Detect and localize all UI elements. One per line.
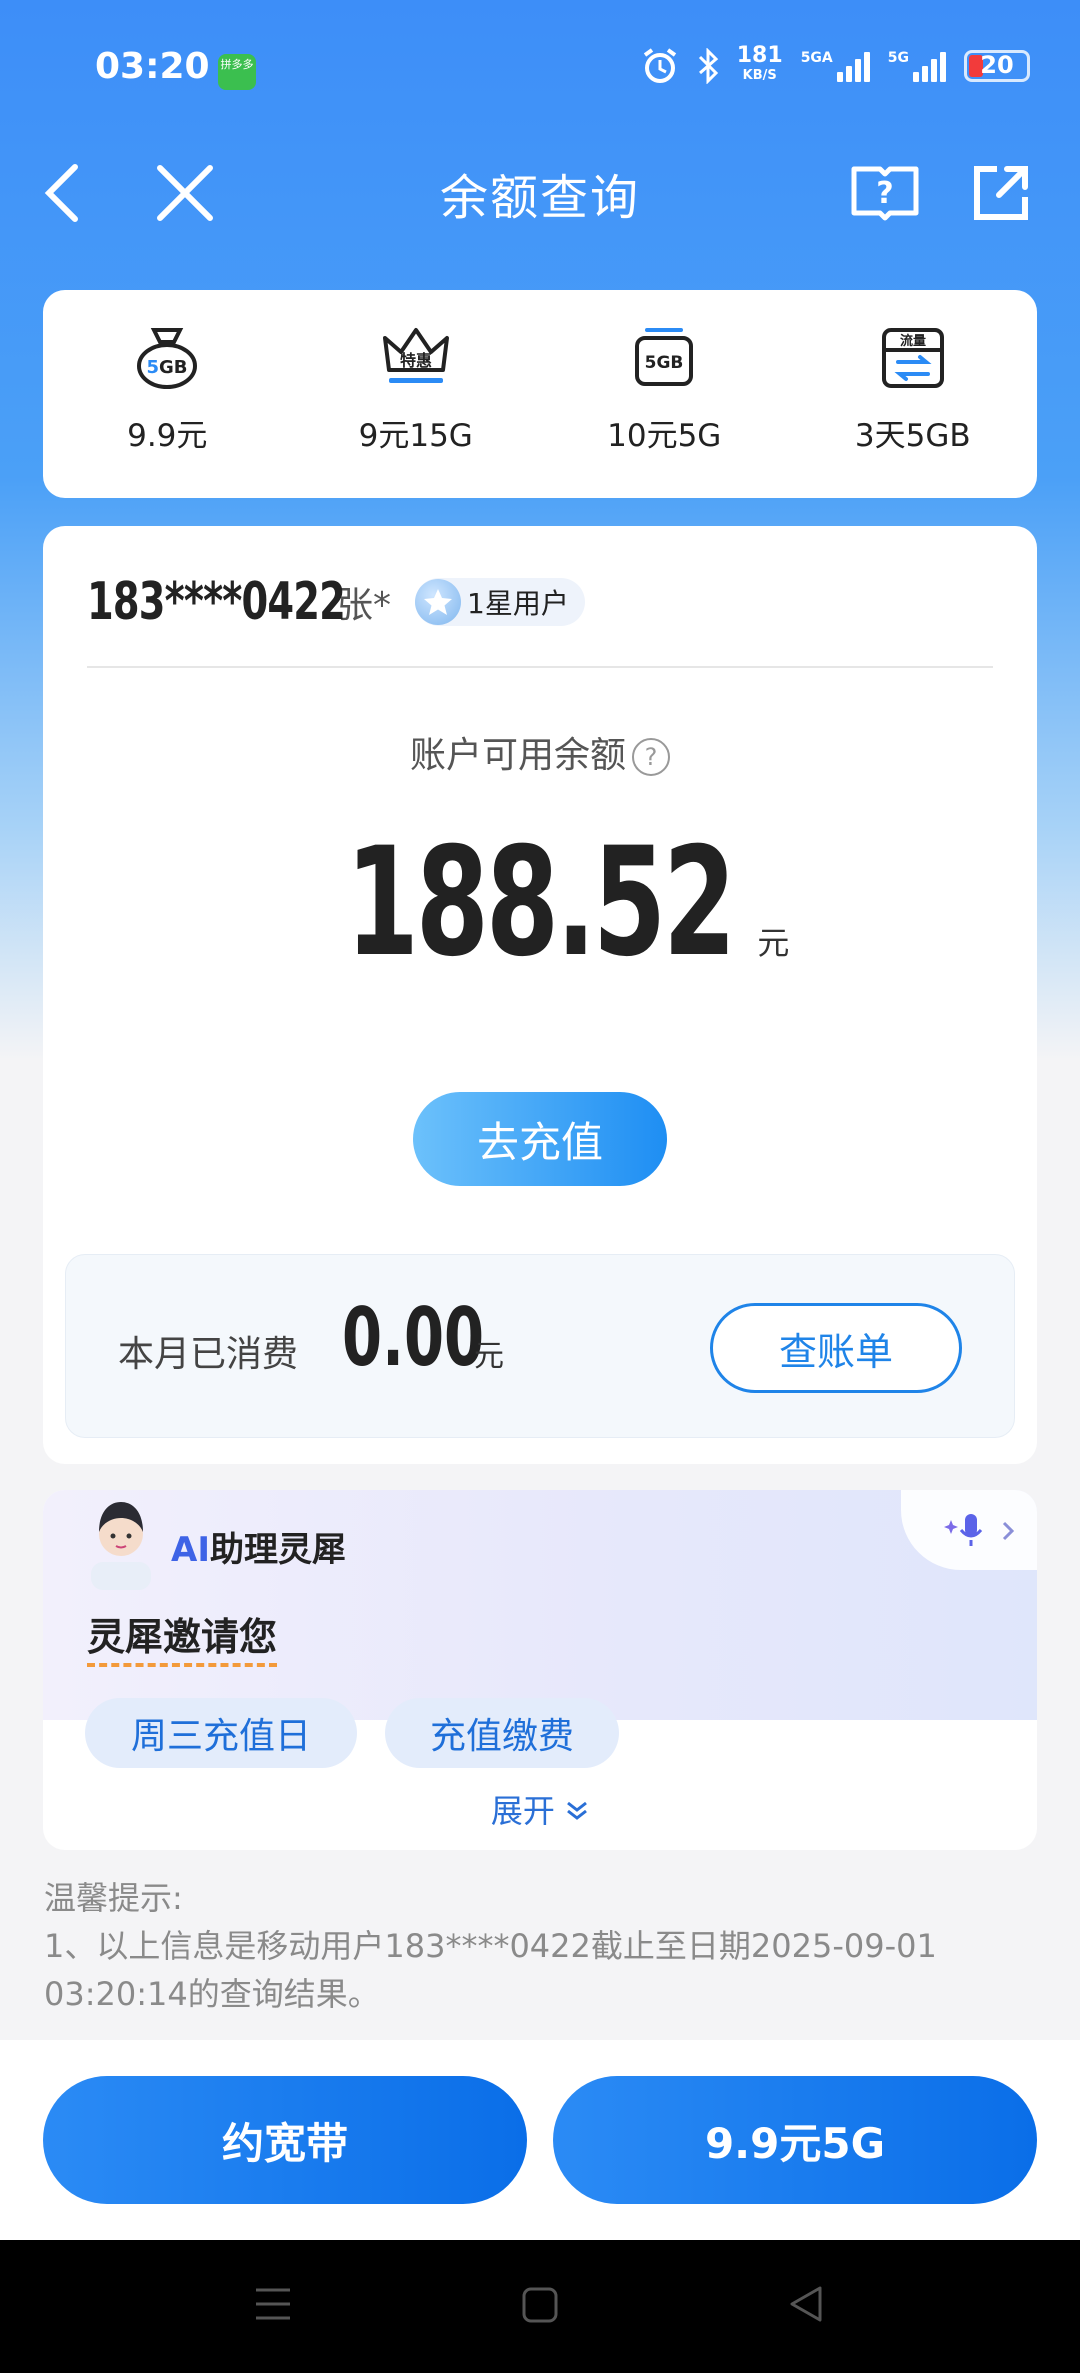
offer-5g-button[interactable]: 9.9元5G <box>553 2076 1037 2204</box>
offer-item-10-5g[interactable]: 5GB 10元5G <box>540 290 789 498</box>
balance-unit: 元 <box>757 924 790 962</box>
ai-invite-title: 灵犀邀请您 <box>87 1606 278 1667</box>
phone-number: 183****0422 <box>87 572 346 632</box>
svg-text:流量: 流量 <box>900 333 926 349</box>
star-icon <box>415 579 462 625</box>
pinduoduo-icon: 拼多多 <box>218 54 256 90</box>
offer-label: 3天5GB <box>854 418 971 454</box>
tips-line-1: 1、以上信息是移动用户183****0422截止至日期2025-09-01 03… <box>44 1927 937 2013</box>
double-chevron-down-icon <box>567 1801 588 1820</box>
offer-item-9-9[interactable]: 5GB 9.9元 <box>43 290 292 498</box>
balance-card: 183****0422 张* 1星用户 账户可用余额? 188.52 元 去充值 … <box>43 526 1037 1464</box>
balance-value: 188.52 <box>345 816 736 990</box>
status-bar: 03:20 拼多多 181 KB/S 5GA 5G 20 <box>0 0 1080 140</box>
spent-unit: 元 <box>474 1339 504 1374</box>
chevron-right-icon[interactable] <box>1001 1520 1015 1542</box>
offer-item-9-15g[interactable]: 特惠 9元15G <box>292 290 541 498</box>
expand-button[interactable]: 展开 <box>43 1786 1037 1832</box>
svg-text:?: ? <box>876 176 893 211</box>
back-triangle-icon[interactable] <box>788 2284 824 2324</box>
offer-label: 10元5G <box>607 418 722 454</box>
available-balance-label: 账户可用余额? <box>43 726 1037 778</box>
chip-recharge-pay[interactable]: 充值缴费 <box>385 1698 619 1768</box>
offer-item-3day-5gb[interactable]: 流量 3天5GB <box>789 290 1038 498</box>
svg-text:特惠: 特惠 <box>400 351 432 370</box>
bluetooth-icon <box>698 48 718 84</box>
svg-text:5GB: 5GB <box>645 353 684 373</box>
help-button[interactable]: ? <box>850 158 920 228</box>
voice-assistant-icon[interactable] <box>943 1510 989 1550</box>
svg-text:5GB: 5GB <box>147 357 188 378</box>
offer-label: 9.9元 <box>127 418 208 454</box>
crown-discount-icon: 特惠 <box>382 328 449 383</box>
balance-amount: 188.52 元 <box>43 816 1037 990</box>
recharge-button[interactable]: 去充值 <box>413 1092 667 1186</box>
top-nav: 余额查询 ? <box>0 140 1080 240</box>
spent-value: 0.00 <box>342 1291 485 1384</box>
share-button[interactable] <box>966 158 1036 228</box>
bag-5gb-icon: 5GB <box>137 328 198 389</box>
sim-5gb-icon: 5GB <box>635 328 694 386</box>
divider <box>87 666 993 668</box>
share-icon <box>974 166 1028 220</box>
status-time: 03:20 <box>95 46 210 87</box>
user-name: 张* <box>337 585 392 626</box>
chip-wednesday-recharge[interactable]: 周三充值日 <box>85 1698 357 1768</box>
ai-avatar <box>91 1502 151 1590</box>
help-book-icon: ? <box>851 166 919 221</box>
data-traffic-icon: 流量 <box>881 328 944 388</box>
quick-offers-card: 5GB 9.9元 特惠 9元15G 5GB 10元5G 流量 3天5GB <box>43 290 1037 498</box>
tier-badge[interactable]: 1星用户 <box>415 578 585 626</box>
help-circle-icon[interactable]: ? <box>632 738 670 776</box>
ai-assistant-card: AI助理灵犀 灵犀邀请您 周三充值日 充值缴费 展开 <box>43 1490 1037 1850</box>
broadband-button[interactable]: 约宽带 <box>43 2076 527 2204</box>
tips-title: 温馨提示: <box>44 1879 183 1917</box>
offer-label: 9元15G <box>358 418 473 454</box>
signal-5ga: 5GA <box>801 50 870 82</box>
user-info-row: 183****0422 张* 1星用户 <box>87 572 585 632</box>
battery-icon: 20 <box>964 50 1030 82</box>
network-speed: 181 KB/S <box>736 43 783 84</box>
alarm-icon <box>643 48 676 83</box>
home-icon[interactable] <box>521 2286 559 2324</box>
spent-label: 本月已消费 <box>118 1334 299 1375</box>
monthly-spend-panel: 本月已消费 0.00 元 查账单 <box>65 1254 1015 1438</box>
menu-icon[interactable] <box>254 2286 292 2322</box>
bottom-action-bar: 约宽带 9.9元5G <box>0 2040 1080 2240</box>
view-bill-button[interactable]: 查账单 <box>710 1303 962 1393</box>
system-nav-bar <box>0 2240 1080 2373</box>
ai-name: AI助理灵犀 <box>171 1530 346 1570</box>
tips-section: 温馨提示: 1、以上信息是移动用户183****0422截止至日期2025-09… <box>44 1874 1034 2018</box>
signal-5g: 5G <box>888 50 946 82</box>
